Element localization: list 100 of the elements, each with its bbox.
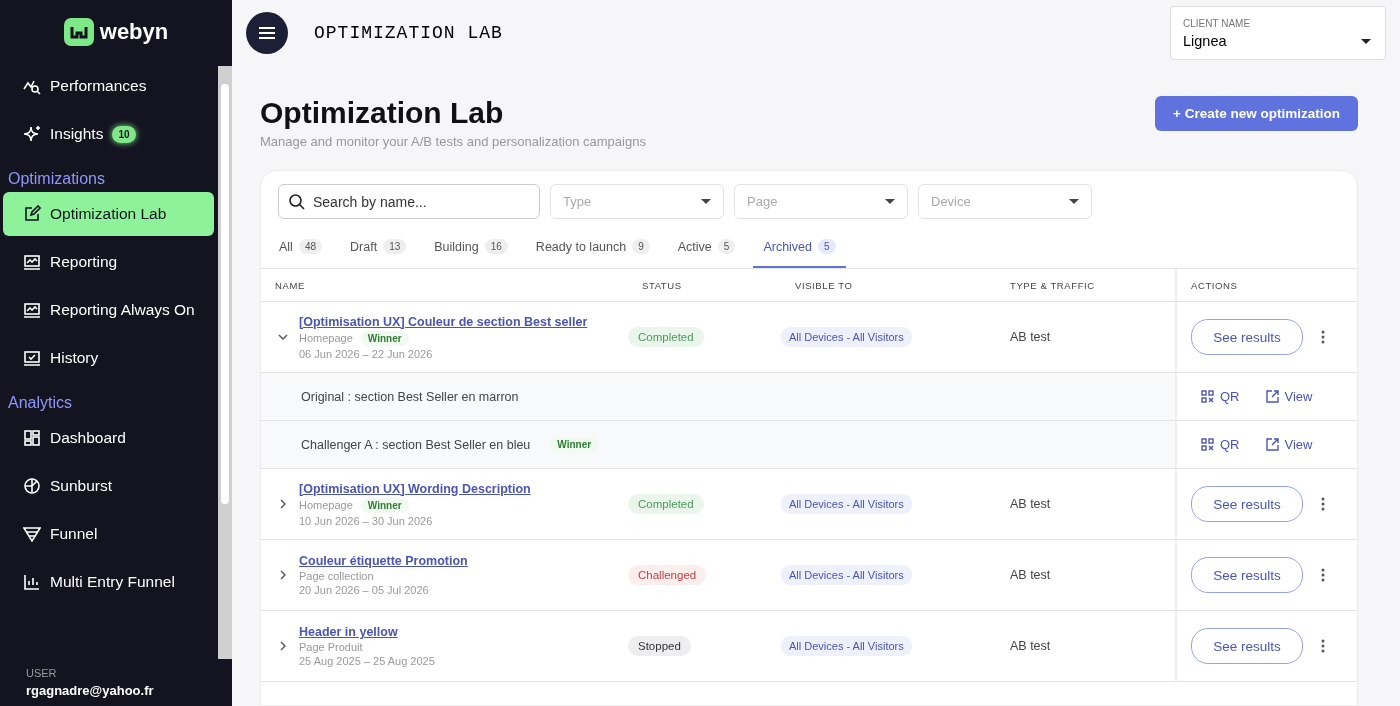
- nav-item[interactable]: Performances: [3, 64, 214, 108]
- tab[interactable]: Draft 13: [340, 239, 417, 268]
- audience-tag: All Devices - All Visitors: [781, 565, 912, 585]
- nav-item[interactable]: Reporting Always On: [3, 288, 214, 332]
- status-tag: Completed: [628, 327, 704, 347]
- monitor-chart-icon: [23, 301, 41, 319]
- bar-chart-icon: [23, 573, 41, 591]
- nav-item[interactable]: Reporting: [3, 240, 214, 284]
- create-button[interactable]: + Create new optimization: [1155, 96, 1358, 131]
- winner-tag: Winner: [360, 497, 409, 513]
- nav-item[interactable]: Sunburst: [3, 464, 214, 508]
- status-tag: Completed: [628, 494, 704, 514]
- page-subtitle: Manage and monitor your A/B tests and personalization campaigns: [260, 134, 646, 149]
- user-email: rgagnadre@yahoo.fr: [26, 683, 155, 698]
- page-name: Page Produit: [299, 641, 363, 653]
- test-type: AB test: [1009, 330, 1051, 344]
- variant-name: Challenger A : section Best Seller en bleu: [301, 437, 531, 452]
- client-select[interactable]: CLIENT NAME Lignea: [1170, 6, 1386, 60]
- page-title: Optimization Lab: [260, 96, 505, 130]
- optimization-link[interactable]: [Optimisation UX] Couleur de section Best seller: [299, 314, 588, 329]
- see-results-button[interactable]: See results: [1191, 557, 1303, 593]
- menu-icon: [258, 26, 276, 40]
- section-heading: Optimizations: [7, 169, 106, 189]
- qr-link[interactable]: QR: [1201, 437, 1240, 452]
- sparkle-icon: [23, 125, 41, 143]
- nav-item[interactable]: Insights 10: [3, 112, 214, 156]
- audience-tag: All Devices - All Visitors: [781, 494, 912, 514]
- column-header: VISIBLE TO: [794, 279, 854, 291]
- date-range: 20 Jun 2026 – 05 Jul 2026: [299, 584, 430, 596]
- user-label: USER: [26, 667, 58, 679]
- qr-code-icon: [1201, 390, 1214, 403]
- nav-item[interactable]: Multi Entry Funnel: [3, 560, 214, 604]
- test-type: AB test: [1009, 497, 1051, 511]
- page-name: Homepage: [299, 499, 353, 511]
- count-badge: 9: [632, 239, 650, 254]
- more-icon[interactable]: [1321, 330, 1325, 344]
- test-type: AB test: [1009, 639, 1051, 653]
- monitor-check-icon: [23, 349, 41, 367]
- column-header: TYPE & TRAFFIC: [1009, 279, 1096, 291]
- caret-icon: [885, 199, 895, 204]
- view-link[interactable]: View: [1265, 389, 1313, 404]
- external-link-icon: [1265, 438, 1279, 451]
- logo-text: webyn: [99, 19, 169, 45]
- audience-tag: All Devices - All Visitors: [781, 636, 912, 656]
- see-results-button[interactable]: See results: [1191, 628, 1303, 664]
- caret-icon: [1361, 39, 1371, 44]
- sunburst-icon: [23, 477, 41, 495]
- qr-link[interactable]: QR: [1201, 389, 1240, 404]
- winner-tag: Winner: [550, 437, 599, 452]
- variant-name: Original : section Best Seller en marron: [301, 389, 519, 404]
- monitor-chart-icon: [23, 253, 41, 271]
- count-badge: 16: [484, 239, 508, 254]
- menu-button[interactable]: [246, 12, 288, 54]
- section-heading: Analytics: [7, 393, 74, 413]
- count-badge: 10: [112, 125, 136, 143]
- more-icon[interactable]: [1321, 497, 1325, 511]
- nav-item[interactable]: Dashboard: [3, 416, 214, 460]
- nav-item[interactable]: History: [3, 336, 214, 380]
- nav-item[interactable]: Funnel: [3, 512, 214, 556]
- tab[interactable]: Building 16: [424, 239, 518, 268]
- more-icon[interactable]: [1321, 639, 1325, 653]
- funnel-icon: [23, 525, 41, 543]
- count-badge: 13: [383, 239, 407, 254]
- count-badge: 5: [717, 239, 736, 254]
- edit-icon: [23, 205, 41, 223]
- count-badge: 48: [298, 239, 323, 254]
- date-range: 25 Aug 2025 – 25 Aug 2025: [299, 655, 435, 667]
- top-bar-title: OPTIMIZATION LAB: [314, 23, 503, 43]
- logo-icon: [63, 18, 94, 46]
- page-name: Page collection: [299, 570, 374, 582]
- status-tag: Stopped: [628, 636, 691, 656]
- optimization-link[interactable]: Couleur étiquette Promotion: [299, 554, 468, 568]
- external-link-icon: [1265, 390, 1279, 403]
- tab[interactable]: All 48: [269, 239, 333, 268]
- audience-tag: All Devices - All Visitors: [781, 327, 912, 347]
- see-results-button[interactable]: See results: [1191, 486, 1303, 522]
- caret-icon: [1069, 199, 1079, 204]
- page-name: Homepage: [299, 332, 353, 344]
- view-link[interactable]: View: [1265, 437, 1313, 452]
- status-tag: Challenged: [628, 565, 707, 585]
- scrollbar[interactable]: [218, 66, 232, 659]
- count-badge: 5: [818, 239, 836, 254]
- tab[interactable]: Archived 5: [753, 239, 846, 268]
- dashboard-icon: [23, 429, 41, 447]
- column-header: NAME: [274, 279, 306, 291]
- date-range: 06 Jun 2026 – 22 Jun 2026: [299, 347, 434, 360]
- winner-tag: Winner: [360, 330, 409, 346]
- search-field[interactable]: Search by name...: [278, 184, 540, 219]
- column-header: ACTIONS: [1175, 269, 1357, 301]
- caret-icon: [701, 199, 711, 204]
- optimization-link[interactable]: [Optimisation UX] Wording Description: [299, 481, 531, 496]
- column-header: STATUS: [641, 279, 683, 291]
- nav-item[interactable]: Optimization Lab: [3, 192, 214, 236]
- see-results-button[interactable]: See results: [1191, 319, 1303, 355]
- tab[interactable]: Active 5: [667, 239, 746, 268]
- more-icon[interactable]: [1321, 568, 1325, 582]
- tab[interactable]: Ready to launch 9: [525, 239, 660, 268]
- optimization-link[interactable]: Header in yellow: [299, 625, 435, 639]
- date-range: 10 Jun 2026 – 30 Jun 2026: [299, 514, 434, 527]
- test-type: AB test: [1009, 568, 1051, 582]
